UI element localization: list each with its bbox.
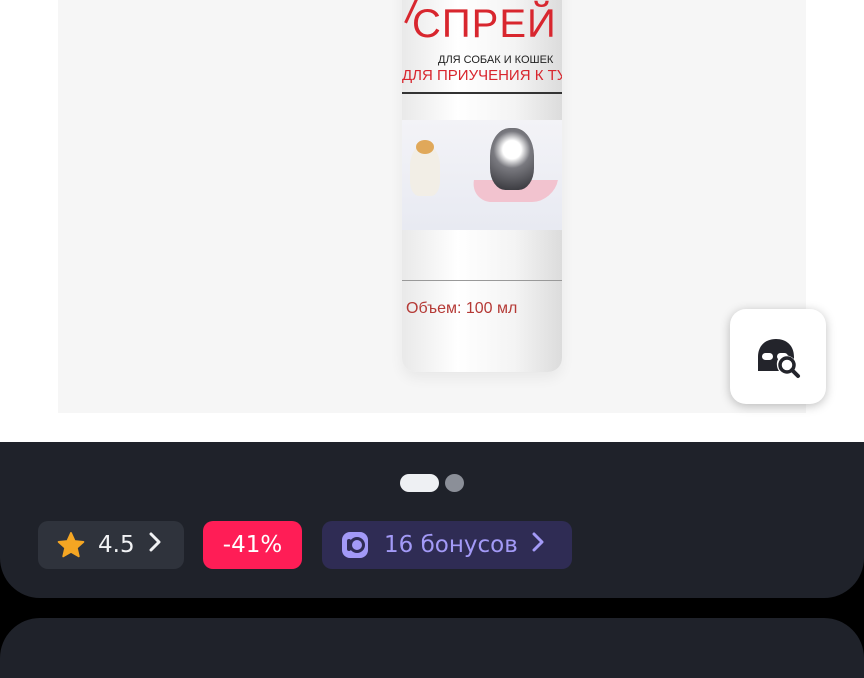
discount-badge[interactable]: -41% [203, 521, 302, 569]
label-divider [402, 92, 562, 94]
carousel-indicator [0, 472, 864, 492]
label-purpose: ДЛЯ ПРИУЧЕНИЯ К ТУАЛЕТУ [402, 67, 562, 84]
label-pets-illustration [402, 120, 562, 230]
product-info-panel: 4.5 -41% 16 бонусов [0, 442, 864, 598]
bonus-icon [342, 532, 368, 558]
chevron-right-icon [149, 532, 161, 558]
product-photo-background: СПРЕЙ ДЛЯ СОБАК И КОШЕК ДЛЯ ПРИУЧЕНИЯ К … [58, 0, 806, 413]
label-volume: Объем: 100 мл [406, 300, 518, 317]
image-search-button[interactable] [730, 309, 826, 404]
dog-illustration [410, 140, 440, 196]
bonus-badge[interactable]: 16 бонусов [322, 521, 572, 569]
cat-illustration [490, 128, 534, 190]
rating-value: 4.5 [98, 532, 135, 558]
bonus-label: 16 бонусов [384, 532, 518, 558]
carousel-dot[interactable] [445, 474, 464, 492]
rating-badge[interactable]: 4.5 [38, 521, 184, 569]
carousel-dot-active[interactable] [400, 474, 439, 492]
star-icon [57, 531, 85, 557]
chevron-right-icon [532, 532, 544, 558]
product-bottle: СПРЕЙ ДЛЯ СОБАК И КОШЕК ДЛЯ ПРИУЧЕНИЯ К … [395, 0, 562, 372]
label-title: СПРЕЙ [412, 2, 557, 46]
label-subtitle: ДЛЯ СОБАК И КОШЕК [438, 54, 554, 66]
image-search-icon [758, 338, 800, 378]
next-section-card [0, 618, 864, 678]
label-divider-2 [402, 280, 562, 281]
discount-value: -41% [222, 532, 283, 558]
